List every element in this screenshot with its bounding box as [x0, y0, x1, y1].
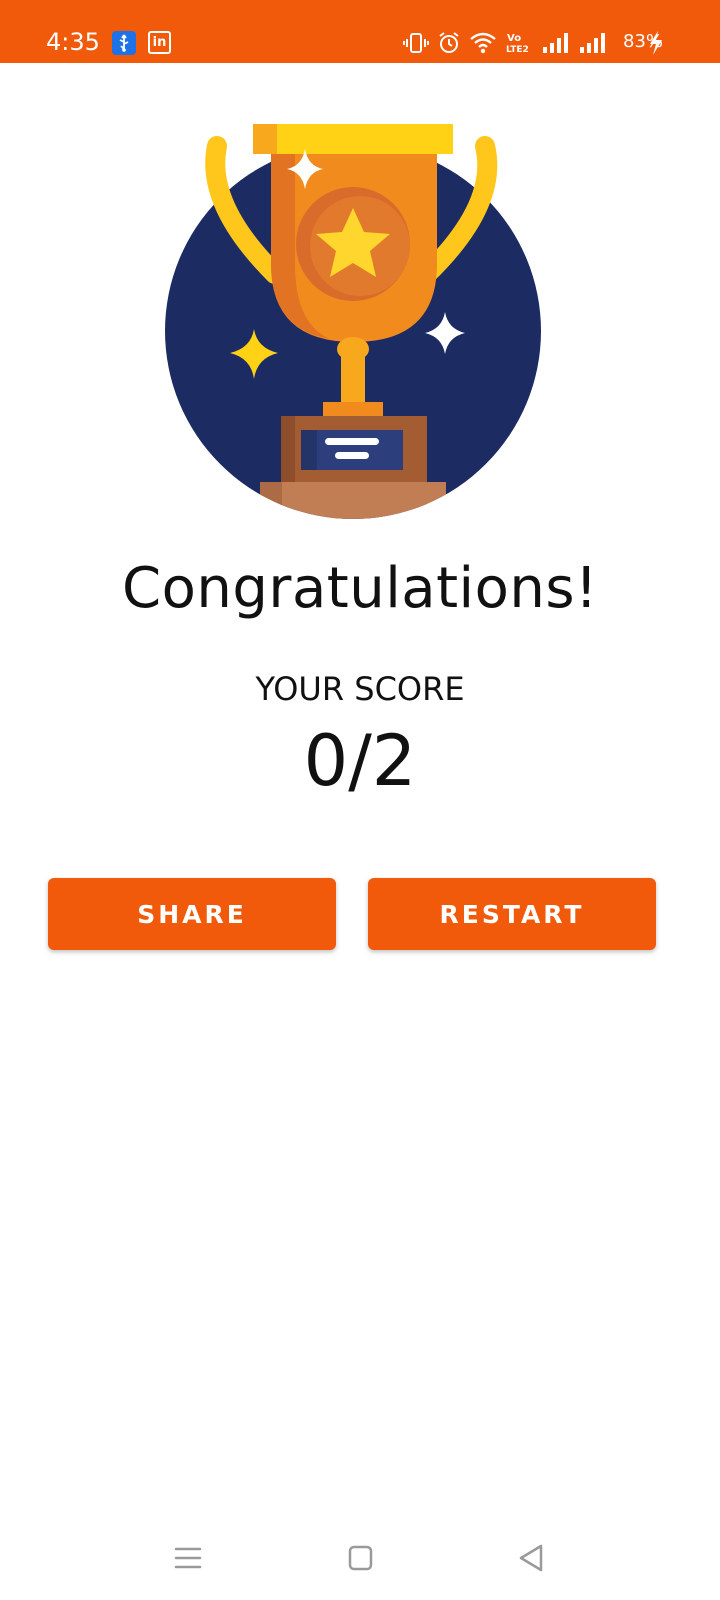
menu-icon[interactable]: [168, 1538, 208, 1578]
score-value: 0/2: [303, 720, 417, 802]
home-icon[interactable]: [340, 1538, 380, 1578]
alarm-icon: [439, 32, 459, 53]
svg-text:Vo: Vo: [507, 33, 521, 44]
share-button[interactable]: SHARE: [48, 878, 336, 950]
volte-icon: Vo LTE2: [506, 33, 529, 55]
trophy-illustration: [165, 124, 555, 524]
wifi-icon: [470, 32, 496, 54]
svg-text:LTE2: LTE2: [506, 45, 529, 55]
status-time: 4:35: [46, 28, 100, 56]
score-label: YOUR SCORE: [255, 670, 465, 708]
status-bar: 4:35 in Vo LTE2 83%: [0, 0, 720, 63]
usb-icon: [112, 31, 136, 55]
signal-icon: [543, 33, 568, 53]
charging-icon: [650, 31, 662, 55]
back-icon[interactable]: [512, 1538, 552, 1578]
restart-button[interactable]: RESTART: [368, 878, 656, 950]
navigation-bar: [0, 1520, 720, 1600]
linkedin-icon: in: [148, 31, 171, 54]
signal-icon: [580, 33, 605, 53]
trophy-icon: [165, 124, 541, 519]
congratulations-title: Congratulations!: [122, 556, 598, 621]
vibrate-icon: [403, 33, 429, 53]
